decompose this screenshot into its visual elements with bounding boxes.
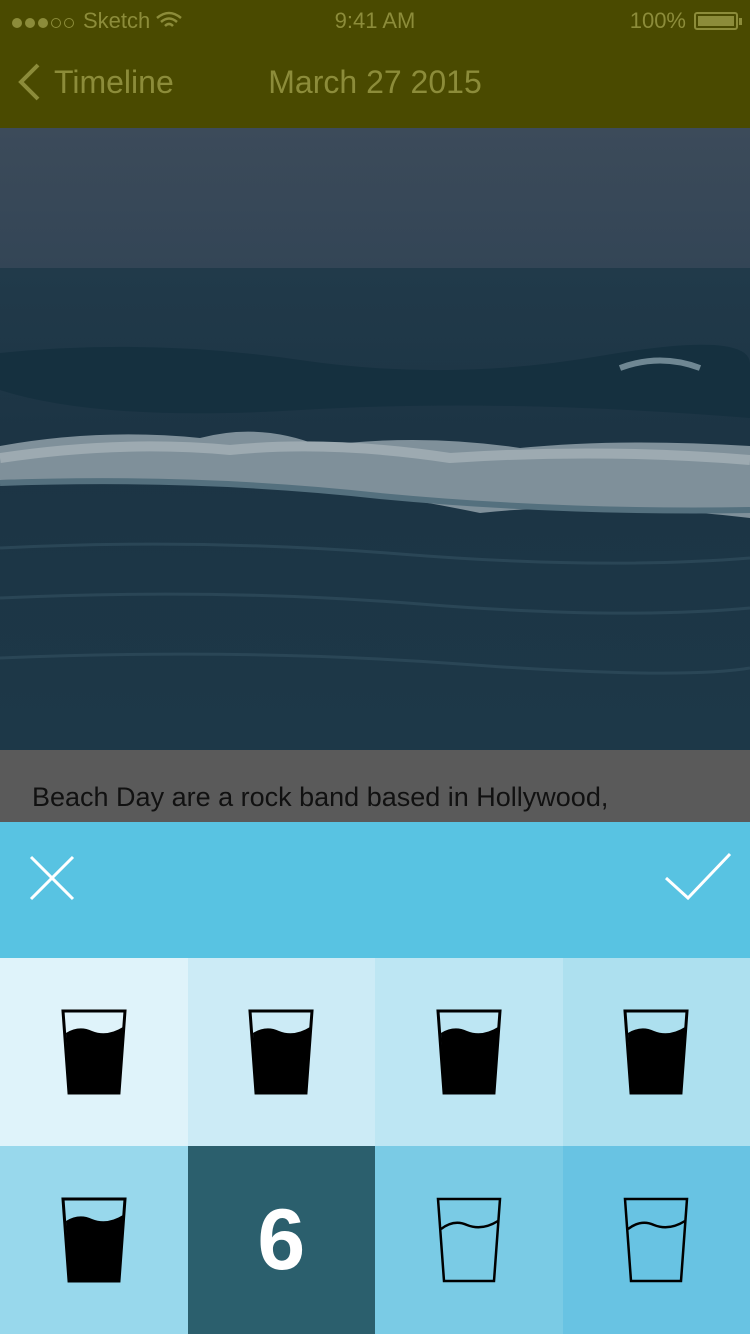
- glass-option-8[interactable]: [562, 1146, 750, 1334]
- close-button[interactable]: [28, 854, 76, 902]
- picker-header: [0, 822, 750, 958]
- close-icon: [29, 855, 75, 901]
- caption-text: Beach Day are a rock band based in Holly…: [32, 782, 609, 812]
- empty-glass-icon: [436, 1197, 502, 1283]
- full-glass-icon: [623, 1009, 689, 1095]
- glass-grid: 6: [0, 958, 750, 1334]
- glass-option-5[interactable]: [0, 1146, 188, 1334]
- confirm-button[interactable]: [664, 850, 732, 902]
- status-bar: Sketch 9:41 AM 100%: [0, 0, 750, 40]
- glass-option-4[interactable]: [562, 958, 750, 1146]
- glass-option-2[interactable]: [187, 958, 375, 1146]
- battery-percent: 100%: [629, 8, 686, 33]
- water-intake-picker: 6: [0, 822, 750, 1334]
- full-glass-icon: [248, 1009, 314, 1095]
- status-right: 100%: [629, 8, 742, 34]
- selected-glass-count: 6: [257, 1191, 306, 1288]
- glass-option-1[interactable]: [0, 958, 188, 1146]
- full-glass-icon: [61, 1197, 127, 1283]
- caption-area: Beach Day are a rock band based in Holly…: [0, 750, 750, 822]
- glass-option-3[interactable]: [375, 958, 563, 1146]
- battery-icon: [694, 12, 742, 30]
- beach-photo: [0, 128, 750, 750]
- glass-option-7[interactable]: [375, 1146, 563, 1334]
- empty-glass-icon: [623, 1197, 689, 1283]
- page-title: March 27 2015: [268, 64, 482, 100]
- full-glass-icon: [436, 1009, 502, 1095]
- checkmark-icon: [664, 852, 732, 901]
- glass-option-selected[interactable]: 6: [187, 1146, 375, 1334]
- full-glass-icon: [61, 1009, 127, 1095]
